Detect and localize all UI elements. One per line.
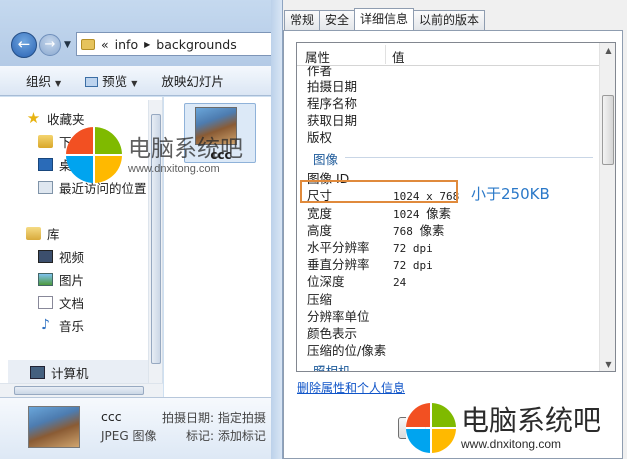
property-row[interactable]: 版权 — [307, 127, 393, 146]
breadcrumb-backgrounds[interactable]: backgrounds — [156, 37, 236, 52]
property-scroll-thumb[interactable] — [602, 95, 614, 165]
video-icon — [38, 250, 53, 263]
property-list-header: 属性 值 — [297, 43, 615, 66]
size-annotation: 小于250KB — [471, 185, 550, 203]
music-icon: ♪ — [41, 317, 50, 333]
column-header-property[interactable]: 属性 — [305, 47, 330, 66]
recent-places-icon — [38, 181, 53, 194]
explorer-window: ← → ▼ « info ▶ backgrounds 组织 ▼ 预览 ▼ 放映幻灯片… — [0, 0, 282, 459]
nav-favorites[interactable]: ★ 收藏夹 — [26, 109, 85, 128]
watermark-title: 电脑系统吧 — [128, 136, 243, 162]
details-thumbnail — [28, 406, 80, 448]
preview-button[interactable]: 预览 ▼ — [77, 71, 145, 90]
group-header-image: 图像 — [313, 152, 339, 167]
column-divider[interactable] — [385, 45, 386, 64]
details-pane: ccc JPEG 图像 拍摄日期: 指定拍摄 标记: 添加标记 — [0, 397, 282, 459]
windows-logo-icon — [66, 127, 122, 183]
group-header-camera: 照相机 — [313, 364, 351, 372]
folder-icon — [81, 38, 95, 50]
column-header-value[interactable]: 值 — [392, 47, 405, 66]
watermark-title: 电脑系统吧 — [461, 404, 602, 437]
chevron-down-icon: ▼ — [131, 79, 138, 88]
property-row[interactable]: 位深度 24 — [307, 271, 406, 290]
watermark-small: 电脑系统吧 www.dnxitong.com — [66, 127, 243, 183]
nav-hscroll-thumb[interactable] — [14, 386, 144, 395]
property-row[interactable]: 压缩的位/像素 — [307, 340, 393, 359]
dialog-left-frame — [271, 0, 283, 459]
breadcrumb-prefix[interactable]: « — [101, 37, 109, 52]
address-bar[interactable]: « info ▶ backgrounds — [76, 32, 282, 56]
star-icon: ★ — [26, 109, 41, 127]
nav-computer[interactable]: 计算机 — [30, 363, 89, 382]
chevron-down-icon: ▼ — [55, 79, 62, 88]
group-divider — [345, 157, 593, 158]
desktop-icon — [38, 158, 53, 171]
nav-pictures[interactable]: 图片 — [38, 270, 84, 289]
computer-icon — [30, 366, 45, 379]
watermark-large: 电脑系统吧 www.dnxitong.com — [406, 403, 606, 453]
watermark-url: www.dnxitong.com — [128, 163, 220, 175]
explorer-toolbar: 组织 ▼ 预览 ▼ 放映幻灯片 — [0, 66, 282, 96]
tab-general[interactable]: 常规 — [284, 10, 321, 30]
nav-music[interactable]: ♪ 音乐 — [38, 316, 84, 335]
nav-horizontal-scrollbar[interactable] — [0, 383, 163, 397]
breadcrumb-info[interactable]: info — [115, 37, 138, 52]
windows-logo-icon — [406, 403, 456, 453]
nav-documents[interactable]: 文档 — [38, 293, 84, 312]
tab-security[interactable]: 安全 — [319, 10, 356, 30]
watermark-url: www.dnxitong.com — [461, 437, 562, 451]
dialog-tabs: 常规 安全 详细信息 以前的版本 — [284, 8, 486, 30]
dimensions-highlight-box — [300, 180, 458, 203]
details-file-type: JPEG 图像 — [101, 429, 157, 443]
details-file-name: ccc — [101, 409, 122, 424]
preview-icon — [85, 77, 99, 87]
property-list-scrollbar[interactable]: ▲ ▼ — [599, 43, 615, 371]
scroll-down-icon[interactable]: ▼ — [600, 357, 615, 371]
downloads-folder-icon — [38, 135, 53, 148]
pictures-icon — [38, 273, 53, 286]
breadcrumb-separator-icon[interactable]: ▶ — [144, 40, 150, 49]
nav-videos[interactable]: 视频 — [38, 247, 84, 266]
details-tags[interactable]: 标记: 添加标记 — [186, 427, 266, 444]
tab-details[interactable]: 详细信息 — [354, 8, 415, 30]
remove-properties-link[interactable]: 删除属性和个人信息 — [297, 379, 405, 396]
tab-previous-versions[interactable]: 以前的版本 — [413, 10, 486, 30]
property-list[interactable]: 属性 值 作者 拍摄日期 程序名称 获取日期 版权 图像 图像 ID 尺寸 102… — [296, 42, 616, 372]
forward-button[interactable]: → — [39, 34, 61, 56]
nav-libraries[interactable]: 库 — [26, 224, 60, 243]
scroll-up-icon[interactable]: ▲ — [600, 43, 615, 59]
document-icon — [38, 296, 53, 309]
organize-button[interactable]: 组织 ▼ — [18, 71, 69, 90]
back-button[interactable]: ← — [11, 32, 37, 58]
history-dropdown-icon[interactable]: ▼ — [64, 40, 71, 50]
details-date-taken[interactable]: 拍摄日期: 指定拍摄 — [162, 409, 266, 426]
slideshow-button[interactable]: 放映幻灯片 — [153, 71, 232, 90]
library-icon — [26, 227, 41, 240]
